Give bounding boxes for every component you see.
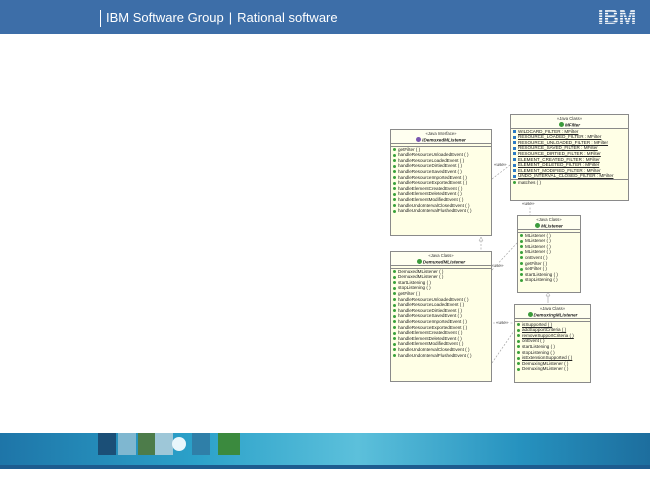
use-label-4: «use» (495, 320, 510, 325)
decorative-tile (138, 433, 156, 455)
footer-line (0, 465, 650, 469)
operation-row: matches ( ) (512, 180, 627, 186)
decorative-circle (172, 437, 186, 451)
ibm-logo: IBM (598, 6, 637, 27)
class-demuxedmlistener: «Java Class» DemuxedMListener DemuxedMLi… (390, 251, 492, 382)
operations-section: getFilter ( ) handleResourceUnloadedEven… (391, 147, 491, 214)
decorative-tile (118, 433, 136, 455)
use-label-2: «use» (521, 201, 536, 206)
class-icon (535, 222, 541, 228)
class-header: «Java Class» DemuxedMListener (391, 252, 491, 266)
operation-row: stopListening ( ) (519, 277, 579, 283)
use-label-1: «use» (493, 162, 508, 167)
group-name: IBM Software Group (106, 10, 224, 25)
class-name: DemuxedMListener (392, 258, 490, 265)
operations-section: matches ( ) (511, 180, 628, 186)
realization-arrowhead (478, 236, 484, 242)
class-name: DemuxingMListener (516, 311, 589, 318)
product-name: Rational software (237, 10, 338, 25)
class-name: MFilter (512, 121, 627, 128)
class-header: «Java Class» MListener (518, 216, 580, 230)
decorative-tile (98, 433, 116, 455)
operations-section: isSupported ( ) addSupportCriteria ( ) r… (515, 322, 590, 372)
ibm-logo-text: IBM (598, 6, 637, 27)
use-label-3: «use» (490, 263, 505, 268)
decorative-tile (218, 433, 240, 455)
class-header: «Java Class» DemuxingMListener (515, 305, 590, 319)
class-icon (558, 121, 564, 127)
operations-section: MListener ( ) MListener ( ) MListener ( … (518, 233, 580, 283)
interface-idemuxedmlistener: «Java Interface» IDemuxedMListener getFi… (390, 129, 492, 236)
decorative-tile (155, 433, 173, 455)
class-header: «Java Class» MFilter (511, 115, 628, 129)
footer-gradient-band (0, 433, 650, 465)
class-mlistener: «Java Class» MListener MListener ( ) MLi… (517, 215, 581, 293)
attribute-row: UNDO_INTERVAL_CLOSED_FILTER : MFilter (512, 173, 627, 179)
footer-banner (0, 433, 650, 487)
attributes-section: WILDCARD_FILTER : MFilter RESOURCE_LOADE… (511, 129, 628, 181)
use-edge-interface-filter (491, 164, 511, 180)
operations-section: DemuxedMListener ( ) DemuxedMListener ( … (391, 269, 491, 359)
uml-class-diagram: «use» «use» «use» «use» «Java Class» MFi… (388, 113, 638, 383)
header-bar: IBM Software Group | Rational software IBM (0, 0, 650, 34)
class-demuxingmlistener: «Java Class» DemuxingMListener isSupport… (514, 304, 591, 383)
interface-icon (416, 136, 422, 142)
use-edge-lower (491, 330, 515, 364)
title-separator: | (228, 10, 233, 25)
class-icon (527, 311, 533, 317)
class-name: MListener (519, 222, 579, 229)
operation-row: handleUndoIntervalFlushedEvent ( ) (392, 353, 490, 359)
class-header: «Java Interface» IDemuxedMListener (391, 130, 491, 144)
class-icon (416, 258, 422, 264)
operation-row: DemuxingMListener ( ) (516, 366, 589, 372)
header-divider (100, 10, 101, 27)
operation-row: handleUndoIntervalFlushedEvent ( ) (392, 208, 490, 214)
header-title: IBM Software Group | Rational software (106, 10, 338, 25)
decorative-tile (192, 433, 210, 455)
class-mfilter: «Java Class» MFilter WILDCARD_FILTER : M… (510, 114, 629, 201)
class-name: IDemuxedMListener (392, 136, 490, 143)
